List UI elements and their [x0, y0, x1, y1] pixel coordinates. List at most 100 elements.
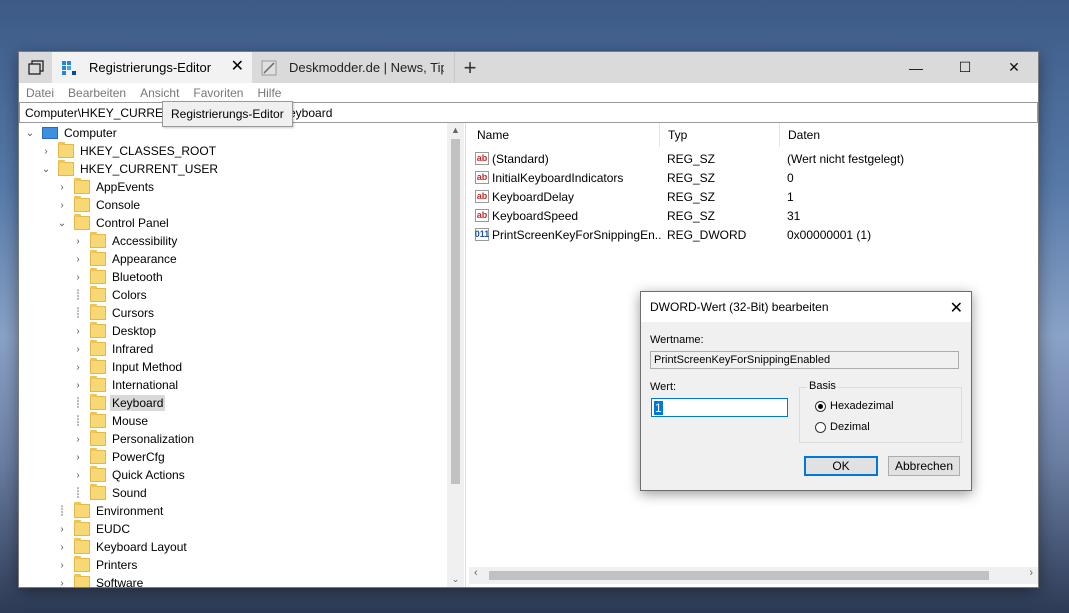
value-data-input[interactable]: 1	[651, 398, 788, 417]
tree-item[interactable]: › Desktop	[72, 322, 158, 340]
tree-label: Keyboard Layout	[96, 540, 187, 554]
menu-bearbeiten[interactable]: Bearbeiten	[68, 86, 126, 100]
tree-item[interactable]: › Keyboard Layout	[56, 538, 189, 556]
maximize-button[interactable]: ☐	[942, 52, 988, 83]
menu-ansicht[interactable]: Ansicht	[140, 86, 179, 100]
tree-label: Bluetooth	[112, 270, 163, 284]
scroll-left-icon[interactable]: ‹	[474, 567, 478, 579]
scroll-right-icon[interactable]: ›	[1029, 567, 1033, 579]
scroll-down-icon[interactable]: ⌄	[447, 574, 464, 585]
value-name: PrintScreenKeyForSnippingEn...	[492, 227, 662, 242]
folder-icon	[90, 430, 106, 446]
tree-item-computer[interactable]: ⌄ Computer	[24, 124, 119, 142]
tree-item[interactable]: › Infrared	[72, 340, 155, 358]
tree-item[interactable]: › International	[72, 376, 180, 394]
close-icon[interactable]: ✕	[950, 298, 963, 318]
list-item[interactable]: ab KeyboardSpeed REG_SZ 31	[475, 206, 1035, 225]
expanded-chevron-icon[interactable]: ⌄	[40, 164, 52, 175]
tree-item[interactable]: ┊ Sound	[72, 484, 149, 502]
radio-label: Dezimal	[830, 421, 870, 433]
list-item[interactable]: ab KeyboardDelay REG_SZ 1	[475, 187, 1035, 206]
list-item[interactable]: 011 PrintScreenKeyForSnippingEn... REG_D…	[475, 225, 1035, 244]
tree-item[interactable]: ┊ Environment	[56, 502, 165, 520]
list-item[interactable]: ab InitialKeyboardIndicators REG_SZ 0	[475, 168, 1035, 187]
tree-item[interactable]: ⌄ Control Panel	[56, 214, 171, 232]
radio-hexadecimal[interactable]: Hexadezimal	[815, 400, 894, 412]
folder-icon	[74, 214, 90, 230]
tab-deskmodder[interactable]: Deskmodder.de | News, Tip	[252, 52, 452, 83]
tree-item[interactable]: › PowerCfg	[72, 448, 167, 466]
tree-connector: ┊	[74, 397, 82, 409]
value-name: KeyboardDelay	[492, 189, 575, 204]
new-tab-button[interactable]: +	[454, 52, 485, 83]
tree-item[interactable]: ┊ Cursors	[72, 304, 156, 322]
tree-connector: ┊	[74, 487, 82, 499]
collapsed-chevron-icon[interactable]: ›	[72, 326, 84, 337]
tree-item[interactable]: › Input Method	[72, 358, 184, 376]
collapsed-chevron-icon[interactable]: ›	[72, 362, 84, 373]
tree-label: Cursors	[112, 306, 155, 320]
tree-item[interactable]: › Bluetooth	[72, 268, 165, 286]
tree-item[interactable]: › Personalization	[72, 430, 196, 448]
collapsed-chevron-icon[interactable]: ›	[56, 182, 68, 193]
tree-item[interactable]: › Appearance	[72, 250, 179, 268]
tree-item[interactable]: › AppEvents	[56, 178, 156, 196]
collapsed-chevron-icon[interactable]: ›	[56, 542, 68, 553]
collapsed-chevron-icon[interactable]: ›	[56, 578, 68, 588]
tree-item[interactable]: › Software	[56, 574, 145, 587]
collapsed-chevron-icon[interactable]: ›	[72, 452, 84, 463]
tree-item[interactable]: › Printers	[56, 556, 139, 574]
tree-vertical-scrollbar[interactable]: ▲ ⌄	[447, 123, 464, 587]
registry-editor-icon	[61, 60, 77, 76]
tree-label: HKEY_CURRENT_USER	[80, 162, 219, 176]
menu-datei[interactable]: Datei	[26, 86, 54, 100]
minimize-button[interactable]: —	[893, 52, 939, 83]
close-tab-icon[interactable]: ✕	[231, 59, 244, 75]
folder-icon	[74, 538, 90, 554]
collapsed-chevron-icon[interactable]: ›	[72, 434, 84, 445]
list-item[interactable]: ab (Standard) REG_SZ (Wert nicht festgel…	[475, 149, 1035, 168]
collapsed-chevron-icon[interactable]: ›	[40, 146, 52, 157]
collapsed-chevron-icon[interactable]: ›	[72, 236, 84, 247]
tree-item[interactable]: ┊ Colors	[72, 286, 149, 304]
tree-item[interactable]: › Accessibility	[72, 232, 179, 250]
expanded-chevron-icon[interactable]: ⌄	[56, 218, 68, 229]
title-bar: Registrierungs-Editor ✕ Deskmodder.de | …	[19, 52, 1038, 83]
expanded-chevron-icon[interactable]: ⌄	[24, 128, 36, 139]
tree-item[interactable]: ┊ Mouse	[72, 412, 150, 430]
collapsed-chevron-icon[interactable]: ›	[72, 344, 84, 355]
column-header-type[interactable]: Typ	[660, 123, 780, 147]
tab-registry-editor[interactable]: Registrierungs-Editor ✕	[52, 52, 252, 83]
scroll-thumb[interactable]	[451, 139, 460, 484]
tree-item[interactable]: › EUDC	[56, 520, 132, 538]
ok-button[interactable]: OK	[804, 456, 878, 476]
tree-item-hkcr[interactable]: › HKEY_CLASSES_ROOT	[40, 142, 218, 160]
collapsed-chevron-icon[interactable]: ›	[72, 254, 84, 265]
collapsed-chevron-icon[interactable]: ›	[72, 470, 84, 481]
tab-overview-icon[interactable]	[19, 52, 52, 83]
dialog-title-bar: DWORD-Wert (32-Bit) bearbeiten ✕	[641, 292, 971, 322]
scroll-thumb[interactable]	[489, 571, 989, 580]
column-header-data[interactable]: Daten	[780, 123, 980, 147]
menu-favoriten[interactable]: Favoriten	[193, 86, 243, 100]
string-value-icon: ab	[475, 190, 489, 203]
radio-decimal[interactable]: Dezimal	[815, 421, 870, 433]
collapsed-chevron-icon[interactable]: ›	[56, 524, 68, 535]
tree-item[interactable]: › Console	[56, 196, 142, 214]
column-header-name[interactable]: Name	[469, 123, 660, 147]
tree-item-keyboard-selected[interactable]: ┊ Keyboard	[72, 394, 166, 412]
tree-item[interactable]: › Quick Actions	[72, 466, 187, 484]
collapsed-chevron-icon[interactable]: ›	[72, 380, 84, 391]
close-window-button[interactable]: ✕	[991, 52, 1037, 83]
tree-label: Appearance	[112, 252, 177, 266]
tree-label: Environment	[96, 504, 164, 518]
collapsed-chevron-icon[interactable]: ›	[72, 272, 84, 283]
menu-hilfe[interactable]: Hilfe	[257, 86, 281, 100]
collapsed-chevron-icon[interactable]: ›	[56, 200, 68, 211]
list-horizontal-scrollbar[interactable]: ‹ ›	[469, 567, 1038, 584]
collapsed-chevron-icon[interactable]: ›	[56, 560, 68, 571]
folder-icon	[90, 466, 106, 482]
tree-item-hkcu[interactable]: ⌄ HKEY_CURRENT_USER	[40, 160, 220, 178]
scroll-up-icon[interactable]: ▲	[447, 125, 464, 135]
cancel-button[interactable]: Abbrechen	[888, 456, 960, 476]
